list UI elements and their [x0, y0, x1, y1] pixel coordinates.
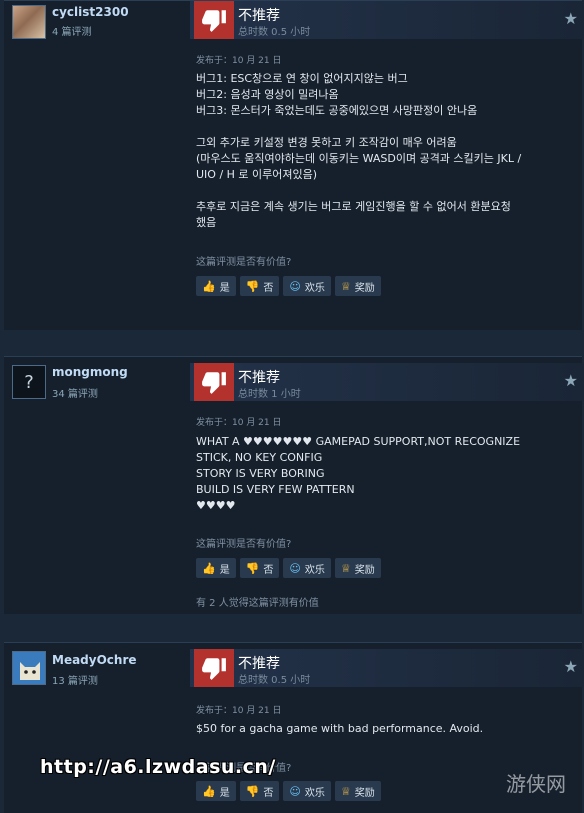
cat-avatar-icon	[13, 652, 45, 684]
watermark-url: http://a6.lzwdasu.cn/	[40, 756, 276, 778]
vote-yes-button[interactable]: 👍 是	[196, 781, 236, 801]
review-verdict: 不推荐	[238, 370, 280, 386]
vote-funny-label: 欢乐	[304, 564, 325, 576]
playtime: 总时数 1 小时	[238, 389, 301, 400]
thumbs-up-icon: 👍	[202, 784, 216, 798]
thumbs-down-icon	[194, 363, 234, 401]
smiley-icon: ☺	[289, 784, 301, 798]
review-line	[196, 183, 582, 199]
award-button[interactable]: ♕ 奖励	[334, 276, 381, 296]
review-line: 그외 추가로 키설정 변경 못하고 키 조작감이 매우 어려움	[196, 136, 457, 149]
award-label: 奖励	[354, 282, 375, 294]
avatar[interactable]	[12, 5, 46, 39]
vote-no-label: 否	[263, 787, 274, 799]
smiley-icon: ☺	[289, 561, 301, 575]
helpful-question: 这篇评测是否有价值?	[196, 539, 292, 550]
vote-no-label: 否	[263, 564, 274, 576]
posted-date: 发布于：10 月 21 日	[196, 706, 282, 716]
playtime: 总时数 0.5 小时	[238, 27, 311, 38]
vote-no-button[interactable]: 👎 否	[239, 276, 280, 296]
author-review-count[interactable]: 34 篇评测	[52, 385, 98, 400]
vote-yes-label: 是	[219, 282, 230, 294]
star-icon[interactable]: ★	[564, 657, 578, 676]
award-label: 奖励	[354, 787, 375, 799]
vote-buttons: 👍 是 👎 否 ☺ 欢乐 ♕ 奖励	[196, 781, 381, 801]
review-body: $50 for a gacha game with bad performanc…	[196, 721, 582, 737]
author-name[interactable]: MeadyOchre	[52, 653, 137, 667]
review-line: STICK, NO KEY CONFIG	[196, 451, 323, 464]
vote-yes-button[interactable]: 👍 是	[196, 558, 236, 578]
smiley-icon: ☺	[289, 279, 301, 293]
vote-no-button[interactable]: 👎 否	[239, 558, 280, 578]
thumbs-down-icon: 👎	[245, 784, 260, 798]
review-line: UIO / H 로 이루어져있음)	[196, 168, 318, 181]
review-line: 추후로 지금은 계속 생기는 버그로 게임진행을 할 수 없어서 환분요청	[196, 200, 511, 213]
review-verdict: 不推荐	[238, 8, 280, 24]
review-body: 버그1: ESC창으로 연 창이 없어지지않는 버그 버그2: 음성과 영상이 …	[196, 71, 582, 231]
thumbs-down-icon	[194, 649, 234, 687]
vote-no-label: 否	[263, 282, 274, 294]
review-card: MeadyOchre 13 篇评测 不推荐 总时数 0.5 小时 ★ 发布于：1…	[4, 642, 584, 813]
review-line: 했음	[196, 216, 217, 229]
author-review-count[interactable]: 4 篇评测	[52, 23, 92, 38]
review-title-bar[interactable]: 不推荐 总时数 0.5 小时 ★	[190, 1, 584, 39]
award-label: 奖励	[354, 564, 375, 576]
posted-date: 发布于：10 月 21 日	[196, 418, 282, 428]
avatar[interactable]: ?	[12, 365, 46, 399]
review-line: STORY IS VERY BORING	[196, 467, 325, 480]
vote-yes-label: 是	[219, 564, 230, 576]
award-button[interactable]: ♕ 奖励	[334, 558, 381, 578]
helpful-question: 这篇评测是否有价值?	[196, 257, 292, 268]
vote-funny-button[interactable]: ☺ 欢乐	[283, 781, 331, 801]
posted-date: 发布于：10 月 21 日	[196, 56, 282, 66]
review-line: 버그2: 음성과 영상이 밀려나옴	[196, 88, 339, 101]
author-name[interactable]: mongmong	[52, 365, 128, 379]
found-helpful-count: 有 2 人觉得这篇评测有价值	[196, 598, 319, 609]
review-title-bar[interactable]: 不推荐 总时数 0.5 小时 ★	[190, 649, 584, 687]
review-line: BUILD IS VERY FEW PATTERN	[196, 483, 355, 496]
thumbs-up-icon: 👍	[202, 561, 216, 575]
star-icon[interactable]: ★	[564, 9, 578, 28]
vote-no-button[interactable]: 👎 否	[239, 781, 280, 801]
review-body: WHAT A ♥♥♥♥♥♥♥ GAMEPAD SUPPORT,NOT RECOG…	[196, 434, 582, 514]
avatar[interactable]	[12, 651, 46, 685]
watermark-logo: 游侠网	[506, 772, 566, 796]
playtime: 总时数 0.5 小时	[238, 675, 311, 686]
thumbs-up-icon: 👍	[202, 279, 216, 293]
review-card: ? mongmong 34 篇评测 不推荐 总时数 1 小时 ★ 发布于：10 …	[4, 356, 584, 614]
thumbs-down-icon: 👎	[245, 561, 260, 575]
review-line: 버그1: ESC창으로 연 창이 없어지지않는 버그	[196, 72, 408, 85]
vote-buttons: 👍 是 👎 否 ☺ 欢乐 ♕ 奖励	[196, 276, 381, 296]
thumbs-down-icon: 👎	[245, 279, 260, 293]
review-line: (마우스도 움직여야하는데 이동키는 WASD이며 공격과 스킬키는 JKL /	[196, 152, 522, 165]
vote-yes-label: 是	[219, 787, 230, 799]
review-line: 버그3: 몬스터가 죽었는데도 공중에있으면 사망판정이 안나옴	[196, 104, 478, 117]
thumbs-down-icon	[194, 1, 234, 39]
author-review-count[interactable]: 13 篇评测	[52, 672, 98, 687]
review-line: WHAT A ♥♥♥♥♥♥♥ GAMEPAD SUPPORT,NOT RECOG…	[196, 435, 521, 448]
vote-funny-label: 欢乐	[304, 282, 325, 294]
review-line	[196, 119, 582, 135]
vote-yes-button[interactable]: 👍 是	[196, 276, 236, 296]
review-title-bar[interactable]: 不推荐 总时数 1 小时 ★	[190, 363, 584, 401]
vote-funny-button[interactable]: ☺ 欢乐	[283, 276, 331, 296]
author-name[interactable]: cyclist2300	[52, 5, 129, 19]
vote-funny-button[interactable]: ☺ 欢乐	[283, 558, 331, 578]
award-button[interactable]: ♕ 奖励	[334, 781, 381, 801]
review-line: $50 for a gacha game with bad performanc…	[196, 722, 484, 735]
review-verdict: 不推荐	[238, 656, 280, 672]
award-icon: ♕	[340, 279, 351, 293]
vote-buttons: 👍 是 👎 否 ☺ 欢乐 ♕ 奖励	[196, 558, 381, 578]
review-line: ♥♥♥♥	[196, 499, 236, 512]
award-icon: ♕	[340, 561, 351, 575]
award-icon: ♕	[340, 784, 351, 798]
review-card: cyclist2300 4 篇评测 不推荐 总时数 0.5 小时 ★ 发布于：1…	[4, 0, 584, 330]
vote-funny-label: 欢乐	[304, 787, 325, 799]
star-icon[interactable]: ★	[564, 371, 578, 390]
